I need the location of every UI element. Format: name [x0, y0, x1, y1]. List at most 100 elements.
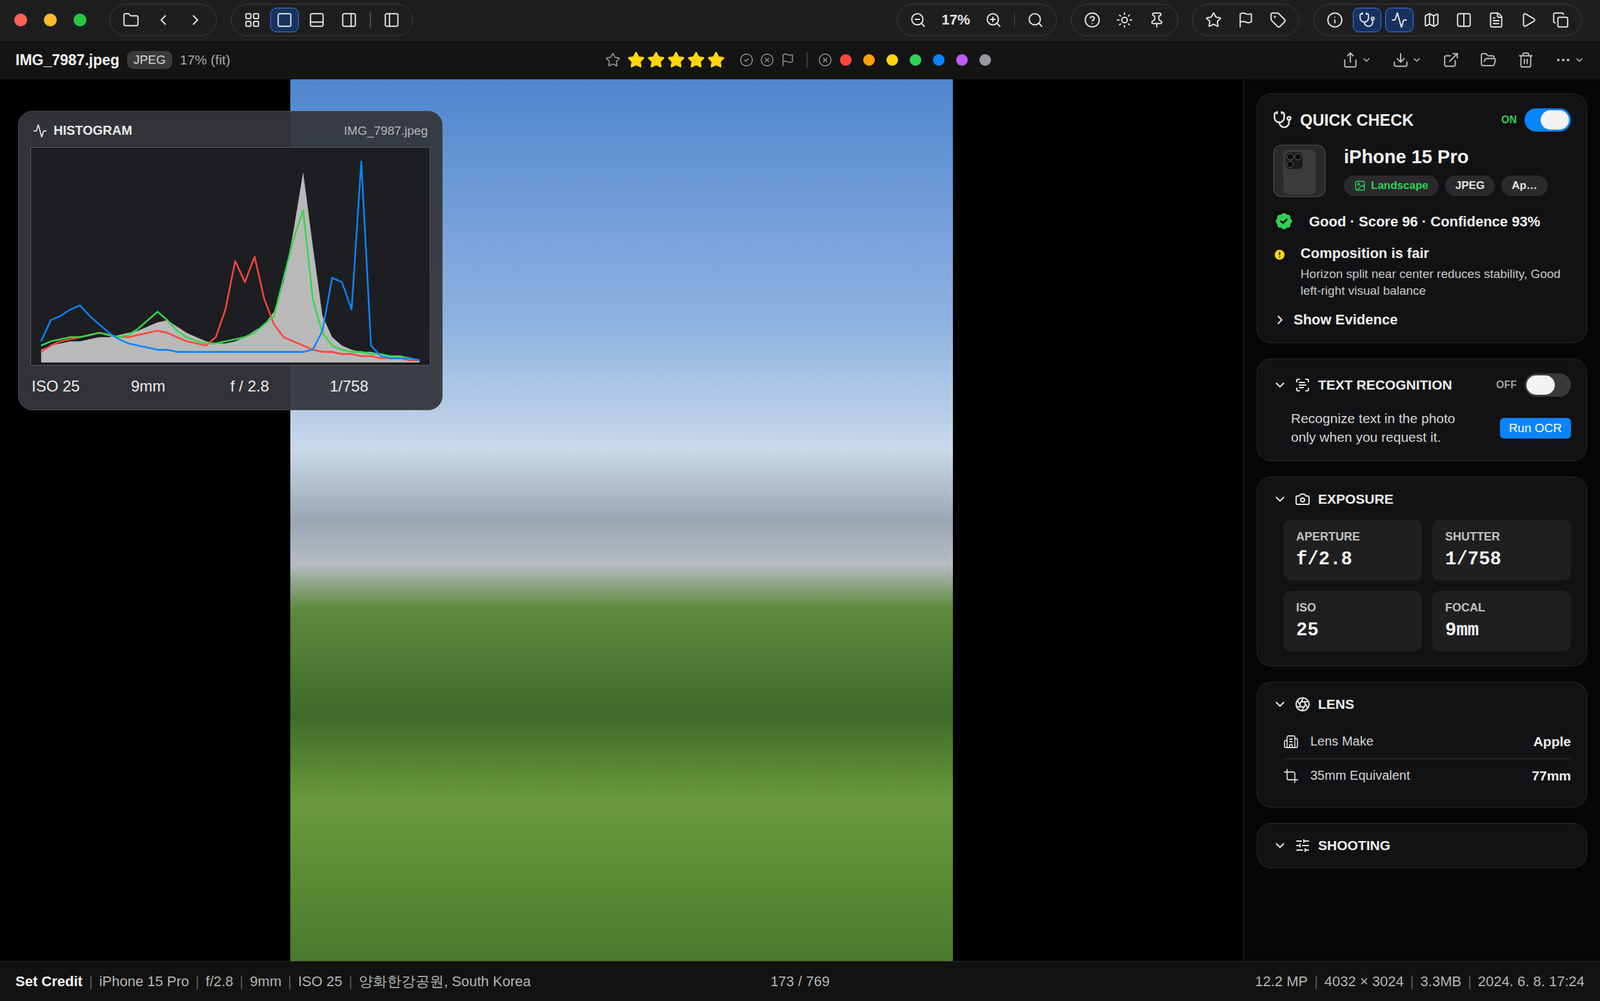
- inspector-sidebar: QUICK CHECKONiPhone 15 ProLandscapeJPEGA…: [1243, 79, 1600, 962]
- set-credit-button[interactable]: Set Credit: [15, 973, 83, 991]
- forward-button[interactable]: [181, 7, 210, 33]
- star-icon[interactable]: [687, 50, 706, 70]
- brightness-button[interactable]: [1110, 7, 1139, 33]
- clear-label-icon[interactable]: [818, 52, 833, 68]
- chevron-right-icon[interactable]: [1272, 312, 1288, 328]
- export-button[interactable]: [1442, 51, 1460, 69]
- status-item: iPhone 15 Pro: [99, 973, 190, 991]
- brightness-icon: [1116, 11, 1133, 29]
- status-item: 양화한강공원, South Korea: [358, 972, 531, 992]
- star-rating[interactable]: [627, 50, 726, 70]
- color-label[interactable]: [932, 54, 945, 66]
- file-info-bar: IMG_7987.jpegJPEG17% (fit): [0, 40, 1600, 80]
- play-icon: [1520, 11, 1537, 29]
- compare-button[interactable]: [334, 7, 364, 33]
- map-button[interactable]: [1417, 7, 1446, 33]
- chevron-down-icon[interactable]: [1272, 492, 1288, 507]
- tag-button[interactable]: [1263, 7, 1293, 33]
- info-icon: [1326, 11, 1344, 29]
- status-item: 9mm: [249, 973, 282, 991]
- histogram-panel[interactable]: HISTOGRAMIMG_7987.jpegISO 259mmf / 2.81/…: [18, 110, 443, 411]
- minimize-button[interactable]: [43, 13, 57, 27]
- share-button[interactable]: [1341, 51, 1372, 69]
- card-title: TEXT RECOGNITION: [1318, 377, 1489, 393]
- lens-icon: [1294, 696, 1311, 713]
- status-item: f/2.8: [205, 973, 234, 991]
- pick-button[interactable]: [738, 52, 755, 68]
- device-name: iPhone 15 Pro: [1343, 146, 1548, 168]
- more-button[interactable]: [1554, 51, 1585, 69]
- zoom-out-button[interactable]: [903, 7, 933, 33]
- flag-button[interactable]: [779, 52, 797, 68]
- star-icon[interactable]: [707, 50, 726, 70]
- zoom-fit-button[interactable]: [1021, 7, 1050, 33]
- single-button[interactable]: [270, 7, 299, 33]
- trash-button[interactable]: [1517, 51, 1535, 69]
- sidebar-icon: [383, 11, 400, 29]
- map-icon: [1423, 11, 1440, 29]
- text-recognition-toggle[interactable]: [1524, 373, 1571, 397]
- flag-button[interactable]: [1231, 7, 1260, 33]
- image-viewer[interactable]: HISTOGRAMIMG_7987.jpegISO 259mmf / 2.81/…: [0, 79, 1244, 962]
- quick-check-toggle[interactable]: [1524, 108, 1571, 132]
- grid-button[interactable]: [238, 7, 267, 33]
- help-button[interactable]: [1078, 7, 1107, 33]
- sidebar-button[interactable]: [377, 7, 406, 33]
- lens-row: Lens MakeApple: [1283, 725, 1571, 759]
- color-label[interactable]: [979, 54, 991, 66]
- copy-button[interactable]: [1546, 7, 1575, 33]
- histogram-button[interactable]: [1385, 7, 1414, 33]
- chevron-down-icon[interactable]: [1272, 378, 1288, 393]
- status-separator: |: [287, 973, 292, 991]
- show-evidence-button[interactable]: Show Evidence: [1272, 311, 1571, 329]
- histogram-chart: [30, 147, 431, 366]
- menu-chevron-icon: [1361, 54, 1372, 66]
- compare-icon: [340, 11, 358, 29]
- color-label[interactable]: [909, 54, 922, 66]
- document-button[interactable]: [1481, 7, 1511, 33]
- single-icon: [276, 11, 293, 29]
- color-label[interactable]: [956, 54, 968, 66]
- folder-icon: [122, 11, 140, 29]
- chevron-down-icon[interactable]: [1272, 838, 1288, 853]
- info-button[interactable]: [1320, 7, 1350, 33]
- clear-rating-icon[interactable]: [605, 52, 621, 68]
- flag-icon: [1237, 11, 1255, 29]
- zoom-button[interactable]: [73, 13, 87, 27]
- exposure-cell: FOCAL9mm: [1432, 590, 1571, 652]
- play-button[interactable]: [1514, 7, 1543, 33]
- color-label[interactable]: [840, 54, 852, 66]
- exposure-cell: APERTUREf/2.8: [1283, 520, 1422, 581]
- color-label[interactable]: [886, 54, 899, 66]
- columns-button[interactable]: [1449, 7, 1479, 33]
- toggle-state: ON: [1501, 114, 1517, 126]
- reveal-button[interactable]: [1480, 51, 1497, 69]
- reject-button[interactable]: [758, 52, 776, 68]
- star-icon[interactable]: [627, 50, 646, 70]
- zoom-in-button[interactable]: [979, 7, 1008, 33]
- quick-check-button[interactable]: [1352, 7, 1382, 33]
- status-item: 4032 × 3024: [1324, 973, 1404, 991]
- card-title: EXPOSURE: [1318, 491, 1571, 508]
- status-separator: |: [1467, 973, 1472, 991]
- color-label[interactable]: [863, 54, 875, 66]
- import-button[interactable]: [1392, 51, 1422, 69]
- toolbar: 17%: [0, 0, 1600, 41]
- star-icon[interactable]: [667, 50, 686, 70]
- more-icon: [1554, 51, 1572, 69]
- grid-icon: [243, 11, 261, 29]
- filmstrip-button[interactable]: [302, 7, 331, 33]
- app-window: 17%IMG_7987.jpegJPEG17% (fit) HISTOGRAMIM…: [0, 0, 1600, 1001]
- back-button[interactable]: [149, 7, 178, 33]
- star-button[interactable]: [1199, 7, 1228, 33]
- quick-check-icon: [1358, 11, 1376, 29]
- star-icon[interactable]: [647, 50, 666, 70]
- close-button[interactable]: [14, 13, 28, 27]
- run-ocr-button[interactable]: Run OCR: [1500, 418, 1571, 439]
- warning-icon: [1272, 245, 1287, 265]
- quick-check-card: QUICK CHECKONiPhone 15 ProLandscapeJPEGA…: [1256, 93, 1588, 344]
- chevron-down-icon[interactable]: [1272, 697, 1288, 712]
- folder-button[interactable]: [116, 7, 146, 33]
- pin-button[interactable]: [1142, 7, 1171, 33]
- shooting-card: SHOOTING: [1256, 823, 1588, 869]
